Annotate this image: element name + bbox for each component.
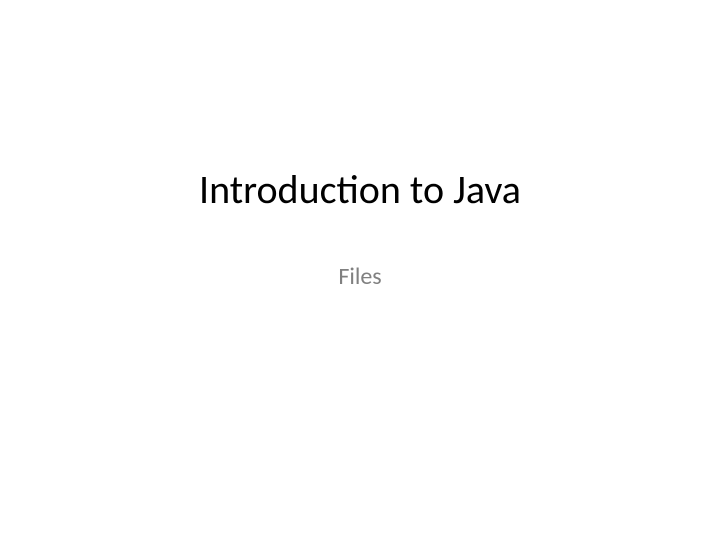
slide-subtitle: Files <box>338 262 381 291</box>
slide-title: Introduction to Java <box>199 165 521 214</box>
